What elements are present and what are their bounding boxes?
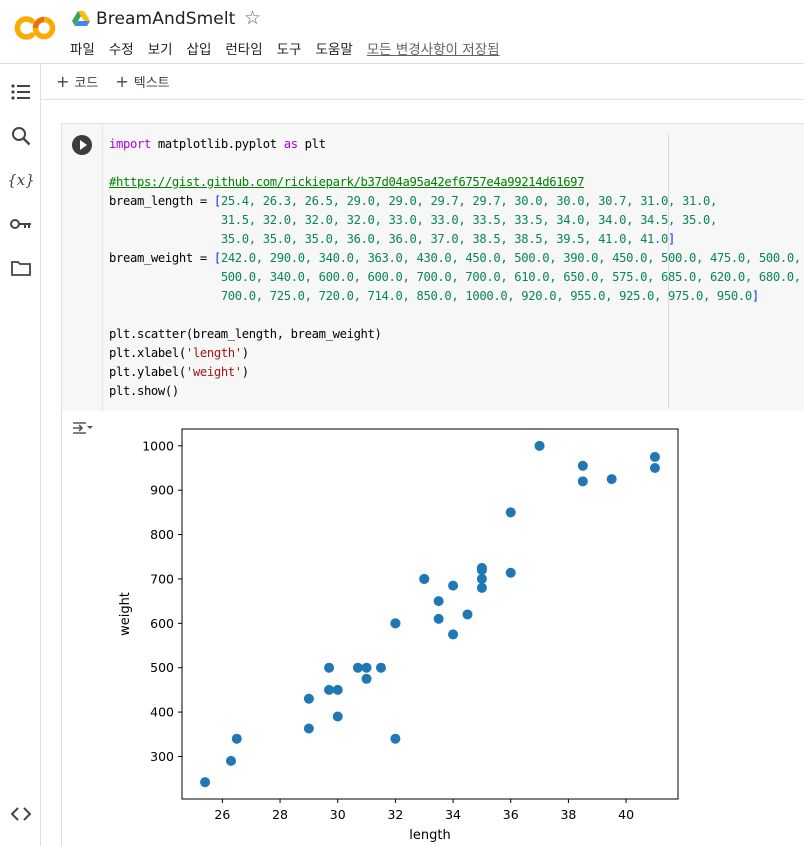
y-tick-label: 700 [150,571,174,586]
scatter-point [577,460,588,471]
y-tick-label: 400 [150,705,174,720]
menu-help[interactable]: 도움말 [315,38,352,58]
scatter-point [231,733,242,744]
scatter-point [476,582,487,593]
scatter-point [448,580,459,591]
y-axis-label: weight [118,592,133,636]
x-tick-label: 34 [445,807,461,822]
x-axis-label: length [409,828,450,843]
scatter-point [226,755,237,766]
menu-tools[interactable]: 도구 [277,38,302,58]
scatter-point [577,476,588,487]
add-code-button[interactable]: + 코드 [56,72,98,91]
scatter-point [505,507,516,518]
colab-logo[interactable] [12,14,58,42]
points-layer [200,440,660,788]
save-status-link[interactable]: 모든 변경사항이 저장됨 [367,38,500,58]
table-of-contents-icon[interactable] [9,80,33,104]
scatter-plot: 26 28 30 32 34 36 38 40 300 400 500 600 700 800 900 10… [118,428,679,843]
menu-file[interactable]: 파일 [70,38,95,58]
menu-view[interactable]: 보기 [148,38,173,58]
notebook-toolbar: + 코드 + 텍스트 [41,64,804,100]
plus-icon: + [56,72,70,91]
add-code-label: 코드 [74,76,99,91]
scatter-point [324,662,335,673]
x-tick-label: 26 [214,807,230,822]
scatter-point [419,573,430,584]
x-tick-label: 40 [618,807,634,822]
x-axis-ticks: 26 28 30 32 34 36 38 40 [214,799,634,822]
google-drive-icon[interactable] [72,11,90,27]
scatter-point [462,609,473,620]
app-header: BreamAndSmelt ☆ 파일 수정 보기 삽입 런타임 도구 도움말 모… [0,0,804,64]
left-sidebar: {x} [0,64,41,846]
scatter-point [448,629,459,640]
scatter-point [433,613,444,624]
scatter-point [649,451,660,462]
scatter-point [505,567,516,578]
scatter-point [200,777,211,788]
scatter-point [361,662,372,673]
scatter-point [390,618,401,629]
scatter-point [433,596,444,607]
variables-icon[interactable]: {x} [7,168,35,192]
scatter-point [606,474,617,485]
scatter-point [649,463,660,474]
code-snippets-icon[interactable] [9,802,33,826]
scatter-point [361,673,372,684]
scatter-point [476,565,487,576]
y-tick-label: 500 [150,660,174,675]
plot-axes-frame [181,428,679,800]
search-icon[interactable] [9,124,33,148]
menu-bar: 파일 수정 보기 삽입 런타임 도구 도움말 모든 변경사항이 저장됨 [70,38,500,58]
code-cell[interactable]: import matplotlib.pyplot as plt #https://… [61,123,804,846]
y-tick-label: 300 [150,749,174,764]
x-tick-label: 32 [387,807,403,822]
menu-insert[interactable]: 삽입 [187,38,212,58]
scatter-point [375,662,386,673]
scatter-point [390,733,401,744]
scatter-point [303,723,314,734]
menu-edit[interactable]: 수정 [109,38,134,58]
notebook-title[interactable]: BreamAndSmelt [96,9,235,29]
x-tick-label: 30 [330,807,346,822]
x-tick-label: 36 [503,807,519,822]
plus-icon: + [115,72,129,91]
y-tick-label: 900 [150,483,174,498]
scatter-point [332,711,343,722]
y-tick-label: 1000 [142,438,174,453]
key-icon[interactable] [9,212,33,236]
x-tick-label: 38 [560,807,576,822]
scatter-point [332,684,343,695]
x-tick-label: 28 [272,807,288,822]
scatter-point [534,440,545,451]
y-tick-label: 800 [150,527,174,542]
y-axis-ticks: 300 400 500 600 700 800 900 1000 [142,438,182,764]
folder-icon[interactable] [9,256,33,280]
star-icon[interactable]: ☆ [244,7,261,29]
scatter-point [324,684,335,695]
add-text-label: 텍스트 [133,76,170,91]
scatter-point [303,693,314,704]
scatter-point [352,662,363,673]
y-tick-label: 600 [150,616,174,631]
menu-runtime[interactable]: 런타임 [225,38,262,58]
scatter-point [476,573,487,584]
add-text-button[interactable]: + 텍스트 [115,72,169,91]
